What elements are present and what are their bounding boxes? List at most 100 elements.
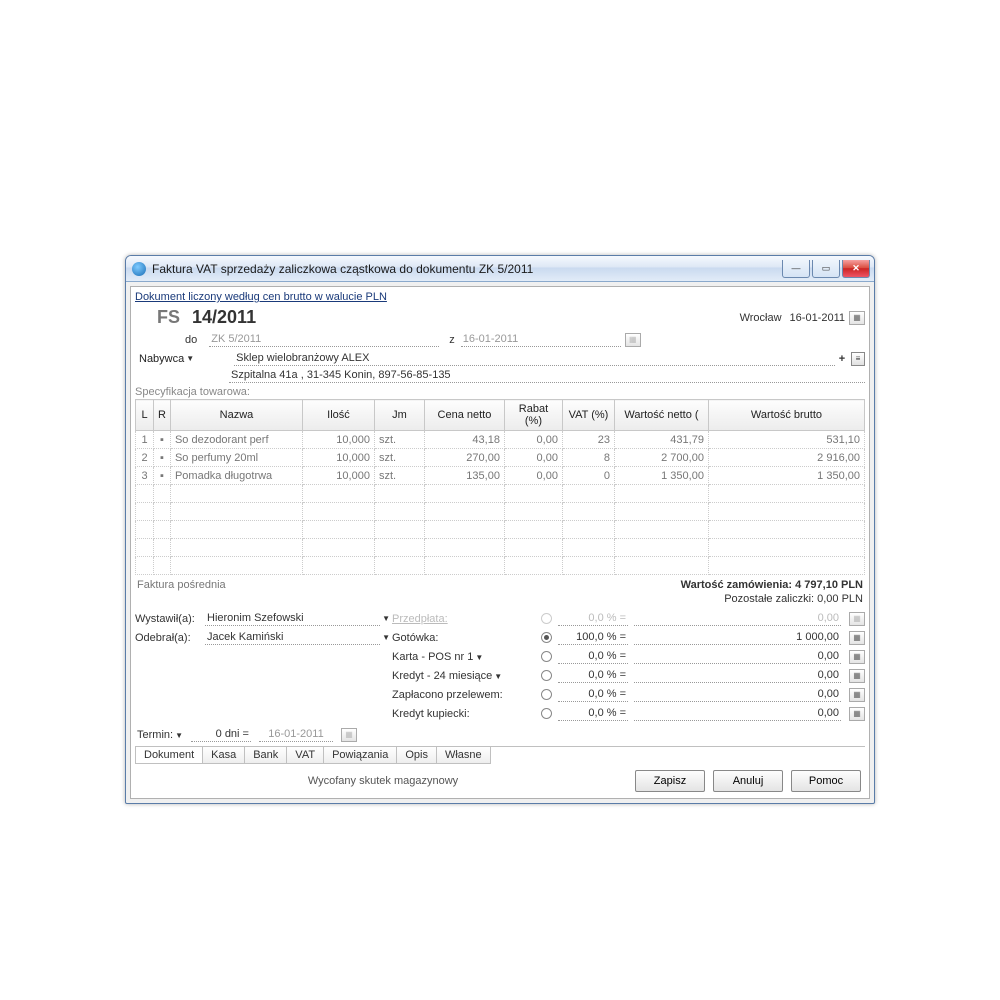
titlebar[interactable]: Faktura VAT sprzedaży zaliczkowa cząstko… [126,256,874,282]
pay-transfer-pct[interactable]: 0,0 % = [558,687,628,702]
pay-prepaid-amt: 0,00 [634,611,841,626]
tab-własne[interactable]: Własne [436,747,491,764]
calc-icon[interactable]: ▦ [849,650,865,664]
add-buyer-button[interactable]: + [835,353,849,365]
term-calendar-icon: ▦ [341,728,357,742]
pay-transfer-amt[interactable]: 0,00 [634,687,841,702]
table-row[interactable]: 2▪So perfumy 20ml10,000szt.270,000,0082 … [136,449,865,467]
term-days-field[interactable]: 0 dni = [191,727,251,742]
tab-bank[interactable]: Bank [244,747,287,764]
pay-prepaid-pct: 0,0 % = [558,611,628,626]
do-label: do [185,334,197,346]
term-date-field[interactable]: 16-01-2011 [259,727,333,742]
tab-dokument[interactable]: Dokument [135,747,203,764]
cancel-button[interactable]: Anuluj [713,770,783,792]
col-jm[interactable]: Jm [374,400,424,431]
received-label: Odebrał(a): [135,632,205,644]
bottom-tabs: DokumentKasaBankVATPowiązaniaOpisWłasne [135,746,865,764]
issued-label: Wystawił(a): [135,613,205,625]
pay-credit-amt[interactable]: 0,00 [634,668,841,683]
issued-by-field[interactable]: Hieronim Szefowski [205,611,380,626]
z-label: z [449,334,455,346]
chevron-down-icon[interactable]: ▼ [382,633,390,642]
buyer-name-field[interactable]: Sklep wielobranżowy ALEX [234,351,835,366]
col-grossval[interactable]: Wartość brutto [708,400,864,431]
table-row[interactable] [136,539,865,557]
pay-cash-label: Gotówka: [390,632,535,644]
col-netval[interactable]: Wartość netto ( [614,400,708,431]
save-button[interactable]: Zapisz [635,770,705,792]
col-lp[interactable]: L [136,400,154,431]
doc-prefix: FS [157,307,180,328]
tab-powiązania[interactable]: Powiązania [323,747,397,764]
calc-icon[interactable]: ▦ [849,688,865,702]
window-title: Faktura VAT sprzedaży zaliczkowa cząstko… [152,262,782,276]
pay-prepaid-label: Przedpłata: [390,613,535,625]
city-label: Wrocław [740,312,782,324]
buyer-address-field[interactable]: Szpitalna 41a , 31-345 Konin, 897-56-85-… [229,368,865,383]
items-table[interactable]: L R Nazwa Ilość Jm Cena netto Rabat (%) … [135,399,865,575]
tab-opis[interactable]: Opis [396,747,437,764]
order-value: Wartość zamówienia: 4 797,10 PLN [681,579,863,591]
received-by-field[interactable]: Jacek Kamiński [205,630,380,645]
calc-icon[interactable]: ▦ [849,669,865,683]
pay-cash-amt[interactable]: 1 000,00 [634,630,841,645]
pay-card-pct[interactable]: 0,0 % = [558,649,628,664]
spec-label: Specyfikacja towarowa: [135,383,865,399]
calc-icon: ▦ [849,612,865,626]
doc-number[interactable]: 14/2011 [192,307,256,328]
radio-prepaid [541,613,552,624]
pay-card-label[interactable]: Karta - POS nr 1▼ [390,651,535,663]
radio-card[interactable] [541,651,552,662]
pay-trade-pct[interactable]: 0,0 % = [558,706,628,721]
content-area: Dokument liczony według cen brutto w wal… [130,286,870,799]
pricing-mode-link[interactable]: Dokument liczony według cen brutto w wal… [135,291,387,303]
help-button[interactable]: Pomoc [791,770,861,792]
table-row[interactable] [136,503,865,521]
footer-message: Wycofany skutek magazynowy [139,775,627,787]
ref-calendar-icon: ▦ [625,333,641,347]
table-row[interactable]: 3▪Pomadka długotrwa10,000szt.135,000,000… [136,467,865,485]
ref-document-field[interactable]: ZK 5/2011 [209,332,439,347]
buyer-label[interactable]: Nabywca [139,353,184,365]
term-label[interactable]: Termin:▼ [137,729,183,741]
table-row[interactable]: 1▪So dezodorant perf10,000szt.43,180,002… [136,431,865,449]
col-r[interactable]: R [154,400,171,431]
col-vat[interactable]: VAT (%) [562,400,614,431]
ref-date-field[interactable]: 16-01-2011 [461,332,621,347]
chevron-down-icon[interactable]: ▼ [382,614,390,623]
radio-transfer[interactable] [541,689,552,700]
app-icon [132,262,146,276]
radio-credit[interactable] [541,670,552,681]
pay-trade-label: Kredyt kupiecki: [390,708,535,720]
radio-trade[interactable] [541,708,552,719]
calc-icon[interactable]: ▦ [849,707,865,721]
chevron-down-icon[interactable]: ▼ [186,354,194,363]
pay-credit-label[interactable]: Kredyt - 24 miesiące▼ [390,670,535,682]
intermediate-label: Faktura pośrednia [137,579,226,591]
col-name[interactable]: Nazwa [170,400,302,431]
calendar-icon[interactable]: ▦ [849,311,865,325]
pay-credit-pct[interactable]: 0,0 % = [558,668,628,683]
col-netprice[interactable]: Cena netto [424,400,504,431]
buyer-list-button[interactable]: ≡ [851,352,865,366]
radio-cash[interactable] [541,632,552,643]
calc-icon[interactable]: ▦ [849,631,865,645]
table-row[interactable] [136,521,865,539]
maximize-button[interactable]: ▭ [812,260,840,278]
table-row[interactable] [136,485,865,503]
invoice-window: Faktura VAT sprzedaży zaliczkowa cząstko… [125,255,875,804]
pay-trade-amt[interactable]: 0,00 [634,706,841,721]
col-rabat[interactable]: Rabat (%) [504,400,562,431]
tab-vat[interactable]: VAT [286,747,324,764]
minimize-button[interactable]: — [782,260,810,278]
pay-card-amt[interactable]: 0,00 [634,649,841,664]
document-date[interactable]: 16-01-2011 [790,312,845,324]
pay-transfer-label: Zapłacono przelewem: [390,689,535,701]
remaining-advances: Pozostałe zaliczki: 0,00 PLN [135,593,865,609]
pay-cash-pct[interactable]: 100,0 % = [558,630,628,645]
col-qty[interactable]: Ilość [302,400,374,431]
close-button[interactable]: ✕ [842,260,870,278]
table-row[interactable] [136,557,865,575]
tab-kasa[interactable]: Kasa [202,747,245,764]
